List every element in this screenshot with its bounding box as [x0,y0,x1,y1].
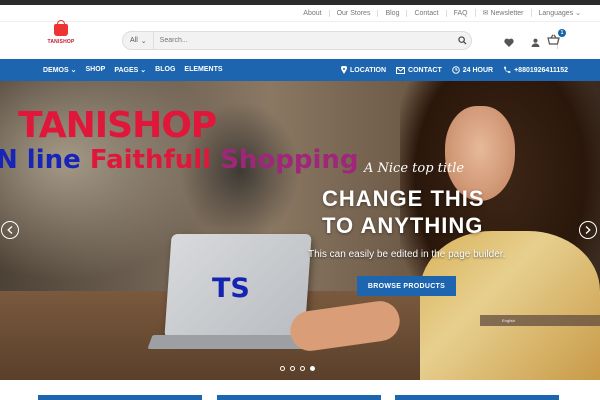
heart-icon [504,38,514,47]
nav-item-elements[interactable]: ELEMENTS [184,66,222,74]
top-link-about[interactable]: About [296,10,328,17]
search-bar: All ⌄ [122,31,472,50]
site-logo[interactable]: TANISHOP [45,20,77,57]
slider-dot[interactable] [300,366,305,371]
nav-phone-label: +8801926411152 [514,66,569,74]
nav-contact-info: LOCATION CONTACT 24 HOUR +8801926411152 [341,66,568,74]
feature-cards-row [0,380,600,400]
nav-location[interactable]: LOCATION [341,66,386,74]
browse-products-button[interactable]: BROWSE PRODUCTS [357,276,456,296]
hero-subtitle: A Nice top title [364,161,465,176]
slider-dot[interactable] [310,366,315,371]
logo-name: TANISHOP [47,39,75,45]
top-link-contact[interactable]: Contact [406,9,445,17]
chevron-down-icon: ⌄ [70,67,77,74]
top-bar: About Our Stores Blog Contact FAQ ✉ News… [0,5,600,22]
feature-card-3[interactable] [395,395,559,400]
envelope-icon: ✉ [482,10,489,17]
user-icon [531,38,540,47]
nav-location-label: LOCATION [350,66,387,74]
chevron-right-icon [585,226,591,234]
tagline-part-2: Faithfull [89,145,221,175]
envelope-icon [396,66,406,74]
nav-contact[interactable]: CONTACT [396,66,442,74]
chevron-down-icon: ⌄ [140,37,147,45]
wishlist-button[interactable] [504,34,514,52]
nav-demos-label: DEMOS [43,67,69,74]
search-icon [457,36,467,45]
hero-headline-line-2: TO ANYTHING [322,213,484,238]
map-pin-icon [341,66,347,74]
search-category-label: All [130,37,138,44]
cart-count-badge: 1 [558,29,566,37]
tagline-part-1: N line [0,145,90,175]
nav-item-shop[interactable]: SHOP [86,66,106,74]
shopping-bag-icon [54,20,68,36]
top-link-faq[interactable]: FAQ [445,9,475,17]
nav-item-demos[interactable]: DEMOS ⌄ [43,66,77,74]
main-nav: DEMOS ⌄ SHOP PAGES ⌄ BLOG ELEMENTS LOCAT… [0,59,600,81]
top-link-blog[interactable]: Blog [377,9,406,17]
hero-headline-line-1: CHANGE THIS [322,186,485,211]
slider-next-button[interactable] [579,221,597,239]
top-links: About Our Stores Blog Contact FAQ ✉ News… [296,9,588,17]
tagline-part-3: Shopping [220,145,359,175]
feature-card-2[interactable] [217,395,381,400]
search-button[interactable] [453,36,471,45]
laptop-logo-text: TS [212,273,250,304]
newsletter-label: Newsletter [490,10,524,17]
search-category-select[interactable]: All ⌄ [123,32,154,49]
slider-dot[interactable] [280,366,285,371]
hero-headline: CHANGE THIS TO ANYTHING [322,185,485,239]
nav-pages-label: PAGES [114,67,139,74]
hero-slider: TANISHOP N line Faithfull Shopping TS A … [0,81,600,380]
hero-description: This can easily be edited in the page bu… [308,249,506,260]
hero-brand-tagline: N line Faithfull Shopping [0,145,359,175]
chevron-left-icon [7,226,13,234]
chevron-down-icon: ⌄ [575,10,581,17]
feature-card-1[interactable] [38,395,202,400]
slider-prev-button[interactable] [1,221,19,239]
search-input[interactable] [153,37,453,44]
languages-label: Languages [538,10,574,17]
nav-phone[interactable]: +8801926411152 [503,66,568,74]
slider-dots [280,366,315,371]
clock-icon [451,66,460,74]
phone-icon [504,66,511,73]
hero-brand-title: TANISHOP [18,105,217,146]
top-link-stores[interactable]: Our Stores [328,9,378,17]
nav-hours-label: 24 HOUR [462,66,494,74]
site-header: TANISHOP All ⌄ [0,20,600,59]
top-link-newsletter[interactable]: ✉ Newsletter [474,9,531,17]
chevron-down-icon: ⌄ [140,67,147,74]
nav-hours[interactable]: 24 HOUR [451,66,494,74]
nav-item-blog[interactable]: BLOG [155,66,175,74]
top-link-languages[interactable]: Languages ⌄ [530,9,588,17]
slider-dot[interactable] [290,366,295,371]
account-button[interactable] [531,34,540,52]
nav-contact-label: CONTACT [408,66,442,74]
nav-menu: DEMOS ⌄ SHOP PAGES ⌄ BLOG ELEMENTS [43,66,223,74]
translate-toolbar: English [480,315,600,326]
nav-item-pages[interactable]: PAGES ⌄ [114,66,146,74]
